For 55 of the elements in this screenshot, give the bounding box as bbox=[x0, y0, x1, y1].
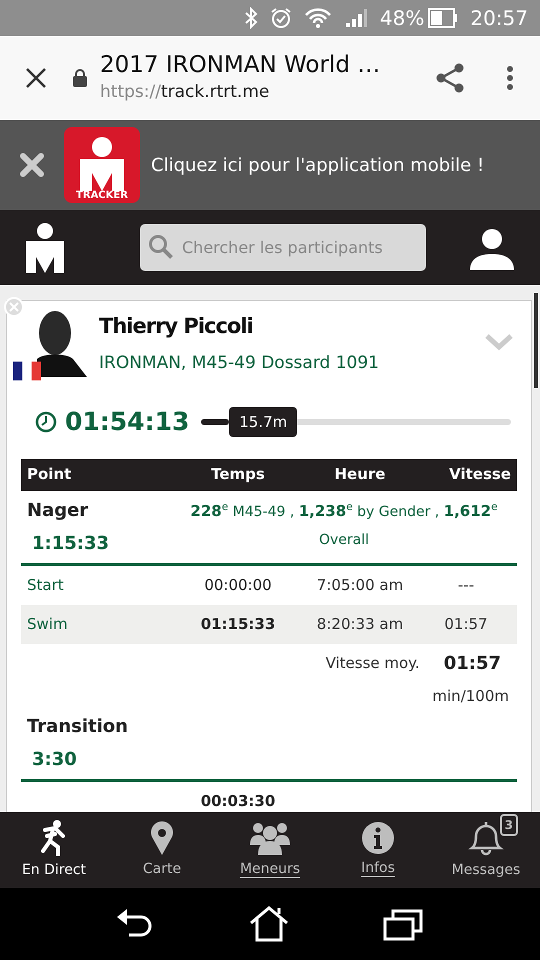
elapsed-time: 01:54:13 bbox=[65, 406, 190, 438]
split-time: 01:15:33 bbox=[200, 614, 276, 635]
battery-percent: 48% bbox=[380, 5, 424, 32]
split-clock: 7:05:00 am bbox=[316, 574, 404, 596]
athlete-details: IRONMAN, M45-49 Dossard 1091 bbox=[99, 352, 380, 374]
nav-tab[interactable]: Carte bbox=[108, 812, 216, 888]
page-url: https://track.rtrt.me bbox=[100, 80, 270, 104]
segment-ranks: 228$^{e}$ M45-49 , 1,238$^{e}$ by Gender , 1,612$^{e}$ Overall bbox=[189, 500, 499, 550]
page-title: 2017 IRONMAN World … bbox=[100, 50, 382, 80]
signal-icon bbox=[344, 7, 368, 29]
map-pin-icon bbox=[150, 820, 174, 854]
column-header: Point bbox=[27, 464, 72, 486]
segment-duration: 3:30 bbox=[32, 748, 78, 772]
nav-tab[interactable]: En Direct bbox=[0, 812, 108, 888]
info-icon bbox=[362, 822, 394, 854]
average-speed-value: 01:57 bbox=[444, 652, 501, 676]
recent-apps-icon[interactable] bbox=[383, 907, 423, 941]
home-icon[interactable] bbox=[249, 906, 289, 942]
clock-icon bbox=[35, 410, 57, 433]
group-icon bbox=[250, 820, 290, 854]
wifi-icon bbox=[304, 7, 332, 29]
split-time: 00:03:30 bbox=[200, 791, 276, 812]
segment-title: Nager bbox=[27, 498, 90, 522]
split-name: Start bbox=[27, 574, 65, 596]
speed-unit: min/100m bbox=[432, 686, 509, 706]
france-flag-icon bbox=[13, 361, 41, 381]
split-name: Swim bbox=[27, 614, 69, 635]
progress-handle[interactable]: 15.7m bbox=[229, 406, 298, 437]
segment-title: Transition bbox=[27, 715, 129, 739]
split-time: 00:00:00 bbox=[203, 574, 273, 596]
split-clock: 8:20:33 am bbox=[316, 614, 404, 635]
nav-tab[interactable]: Meneurs bbox=[216, 812, 324, 888]
column-header: Temps bbox=[210, 464, 266, 486]
battery-icon bbox=[428, 8, 458, 28]
athlete-name: Thierry Piccoli bbox=[99, 313, 254, 340]
message-count-badge: 3 bbox=[500, 814, 518, 836]
bell-icon bbox=[468, 820, 504, 856]
column-header: Vitesse bbox=[448, 464, 511, 486]
ironman-logo-icon bbox=[80, 137, 124, 191]
segment-duration: 1:15:33 bbox=[32, 532, 110, 556]
average-speed-label: Vitesse moy. bbox=[326, 652, 420, 674]
banner-link[interactable]: Cliquez ici pour l'application mobile ! bbox=[151, 152, 484, 178]
ironman-logo-icon[interactable] bbox=[26, 222, 64, 272]
search-field[interactable]: Chercher les participants bbox=[140, 224, 426, 271]
split-speed: --- bbox=[456, 574, 476, 596]
lock-icon bbox=[72, 68, 88, 88]
search-icon bbox=[148, 234, 174, 260]
logo-text: TRACKER bbox=[76, 191, 128, 201]
bluetooth-icon bbox=[244, 7, 258, 29]
nav-tab[interactable]: Infos bbox=[324, 812, 432, 888]
nav-tab[interactable]: 3 Messages bbox=[432, 812, 540, 888]
column-header: Heure bbox=[334, 464, 386, 486]
clock-time: 20:57 bbox=[470, 5, 528, 32]
split-speed: 01:57 bbox=[443, 614, 489, 635]
alarm-icon bbox=[270, 7, 292, 29]
